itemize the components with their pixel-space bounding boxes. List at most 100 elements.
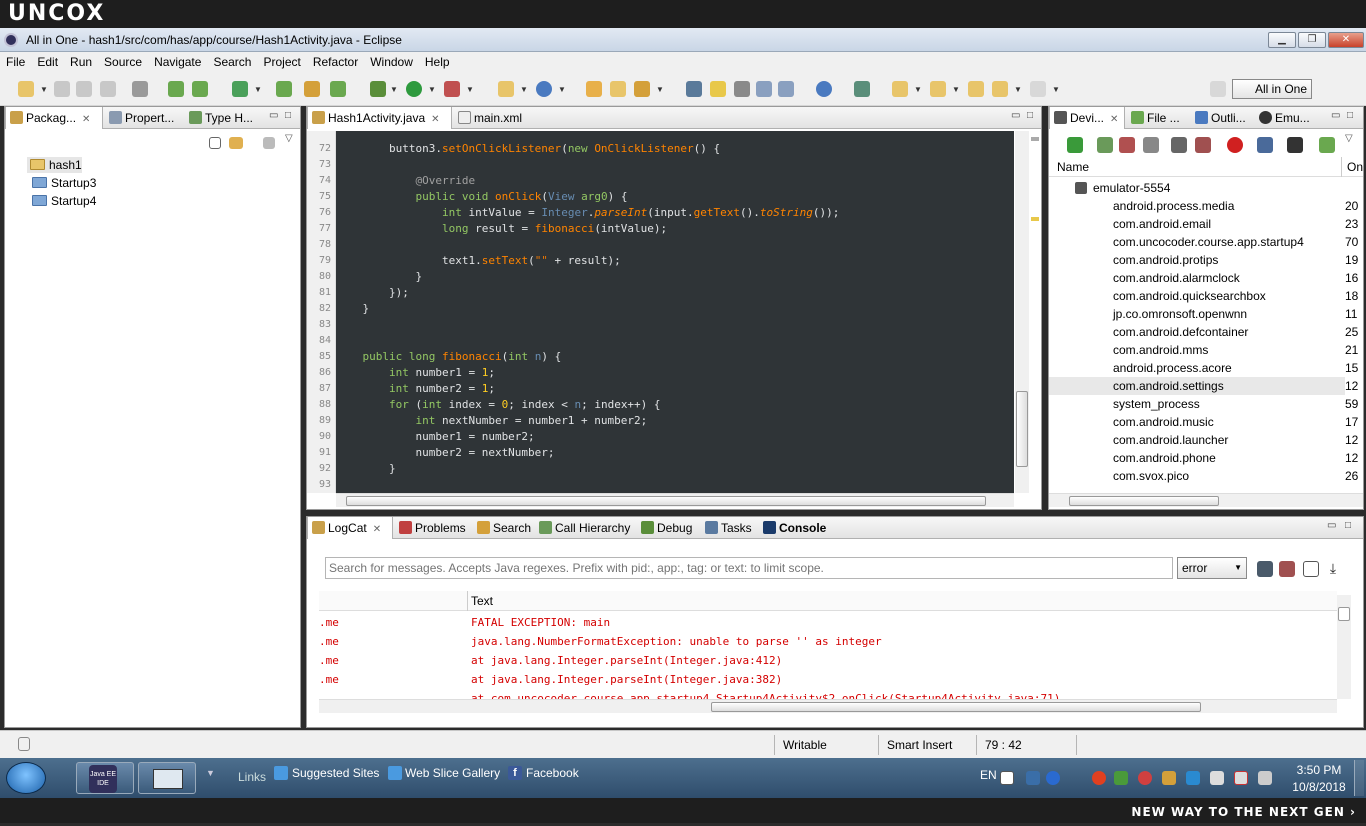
code-area[interactable]: button3.setOnClickListener(new OnClickLi… [336, 131, 1014, 493]
chevron-down-icon[interactable]: ▼ [914, 85, 922, 94]
column-divider[interactable] [467, 591, 468, 611]
paragraph-icon[interactable] [778, 81, 794, 97]
log-message[interactable]: FATAL EXCEPTION: main [471, 613, 610, 632]
link-editor-icon[interactable] [229, 137, 243, 149]
checklist-icon[interactable] [232, 81, 248, 97]
show-desktop-button[interactable] [1354, 760, 1364, 796]
menu-project[interactable]: Project [257, 52, 306, 72]
volume-icon[interactable] [1258, 771, 1272, 785]
process-row[interactable]: com.android.protips 19 [1049, 251, 1358, 269]
chevron-down-icon[interactable]: ▼ [1052, 85, 1060, 94]
tab-main-xml[interactable]: main.xml [454, 107, 534, 129]
collapse-all-icon[interactable] [209, 137, 221, 149]
chevron-down-icon[interactable]: ▽ [285, 133, 293, 144]
chevron-down-icon[interactable]: ▼ [254, 85, 262, 94]
vertical-scrollbar[interactable] [1337, 595, 1351, 699]
horizontal-scrollbar[interactable] [336, 493, 1014, 507]
tab-emulator[interactable]: Emu... [1255, 107, 1321, 129]
process-row[interactable]: com.android.phone 12 [1049, 449, 1358, 467]
highlight-icon[interactable] [710, 81, 726, 97]
tree-item-hash1[interactable]: hash1 [27, 157, 82, 173]
overview-marker[interactable] [1031, 217, 1039, 221]
horizontal-scrollbar[interactable] [319, 699, 1337, 713]
process-row[interactable]: android.process.acore 15 [1049, 359, 1358, 377]
tab-properties[interactable]: Propert... [105, 107, 183, 129]
prev-annotation-icon[interactable] [930, 81, 946, 97]
update-threads-icon[interactable] [1171, 137, 1187, 153]
tab-problems[interactable]: Problems [395, 517, 471, 539]
tab-devices[interactable]: Devi... ✕ [1049, 107, 1125, 129]
print-icon[interactable] [100, 81, 116, 97]
scrollbar-thumb[interactable] [1069, 496, 1219, 506]
process-row[interactable]: com.android.mms 21 [1049, 341, 1358, 359]
clipboard-icon[interactable] [1210, 771, 1224, 785]
minimize-icon[interactable]: ▭ [1331, 110, 1340, 121]
clear-log-icon[interactable] [1279, 561, 1295, 577]
chevron-down-icon[interactable]: ▼ [656, 85, 664, 94]
search-icon[interactable] [634, 81, 650, 97]
open-folder-icon[interactable] [610, 81, 626, 97]
process-row[interactable]: com.uncocoder.course.app.startup4 70 [1049, 233, 1358, 251]
fast-view-icon[interactable] [18, 737, 30, 751]
maximize-button[interactable]: ❐ [1298, 32, 1326, 48]
minimize-icon[interactable]: ▭ [1011, 110, 1020, 121]
chevron-down-icon[interactable]: ▼ [40, 85, 48, 94]
toggle-mark-icon[interactable] [686, 81, 702, 97]
minimize-icon[interactable]: ▭ [269, 110, 278, 121]
column-online-header[interactable]: On [1347, 160, 1363, 174]
tab-debug[interactable]: Debug [637, 517, 699, 539]
log-level-select[interactable]: error ▼ [1177, 557, 1247, 579]
process-row[interactable]: com.android.music 17 [1049, 413, 1358, 431]
open-type-icon[interactable] [586, 81, 602, 97]
tab-console[interactable]: Console [759, 517, 829, 539]
tab-search[interactable]: Search [473, 517, 535, 539]
web-browser-icon[interactable] [816, 81, 832, 97]
toggle-filters-icon[interactable] [1303, 561, 1319, 577]
menu-source[interactable]: Source [98, 52, 148, 72]
menu-edit[interactable]: Edit [31, 52, 64, 72]
tab-logcat[interactable]: LogCat ✕ [307, 517, 393, 539]
junit-icon[interactable] [304, 81, 320, 97]
chevron-down-icon[interactable]: ▽ [1345, 133, 1353, 144]
maximize-icon[interactable]: □ [285, 110, 291, 121]
chevron-down-icon[interactable]: ▼ [428, 85, 436, 94]
tab-type-hierarchy[interactable]: Type H... [185, 107, 259, 129]
chevron-down-icon[interactable]: ▼ [206, 768, 215, 778]
tab-outline[interactable]: Outli... [1191, 107, 1253, 129]
help-icon[interactable] [1046, 771, 1060, 785]
close-button[interactable]: ✕ [1328, 32, 1364, 48]
minimize-icon[interactable]: ▭ [1327, 520, 1336, 531]
reset-adb-icon[interactable] [1287, 137, 1303, 153]
close-icon[interactable]: ✕ [1110, 114, 1118, 125]
column-name-header[interactable]: Name [1057, 160, 1089, 174]
process-row[interactable]: com.android.email 23 [1049, 215, 1358, 233]
cause-gc-icon[interactable] [1143, 137, 1159, 153]
network-icon[interactable] [1114, 771, 1128, 785]
link-suggested-sites[interactable]: Suggested Sites [292, 766, 379, 780]
menu-search[interactable]: Search [207, 52, 257, 72]
open-perspective-icon[interactable] [1210, 81, 1226, 97]
debug-icon[interactable] [370, 81, 386, 97]
logcat-search-input[interactable] [325, 557, 1173, 579]
horizontal-scrollbar[interactable] [1049, 493, 1363, 507]
view-menu-icon[interactable] [263, 137, 275, 149]
save-all-icon[interactable] [76, 81, 92, 97]
process-row[interactable]: jp.co.omronsoft.openwnn 11 [1049, 305, 1357, 323]
column-divider[interactable] [1341, 157, 1342, 177]
menu-navigate[interactable]: Navigate [148, 52, 207, 72]
chevron-down-icon[interactable]: ▼ [952, 85, 960, 94]
forward-icon[interactable] [1030, 81, 1046, 97]
new-icon[interactable] [18, 81, 34, 97]
column-text-header[interactable]: Text [471, 594, 493, 608]
process-row[interactable]: com.android.settings 12 [1049, 377, 1358, 395]
close-icon[interactable]: ✕ [373, 524, 381, 535]
process-row[interactable]: system_process 59 [1049, 395, 1358, 413]
scrollbar-thumb[interactable] [1338, 607, 1350, 621]
last-edit-icon[interactable] [968, 81, 984, 97]
method-profiling-icon[interactable] [1195, 137, 1211, 153]
menu-file[interactable]: File [0, 52, 31, 72]
process-row[interactable]: com.android.alarmclock 16 [1049, 269, 1358, 287]
new-class-icon[interactable] [536, 81, 552, 97]
clock-date[interactable]: 10/8/2018 [1284, 780, 1354, 794]
tab-call-hierarchy[interactable]: Call Hierarchy [535, 517, 635, 539]
